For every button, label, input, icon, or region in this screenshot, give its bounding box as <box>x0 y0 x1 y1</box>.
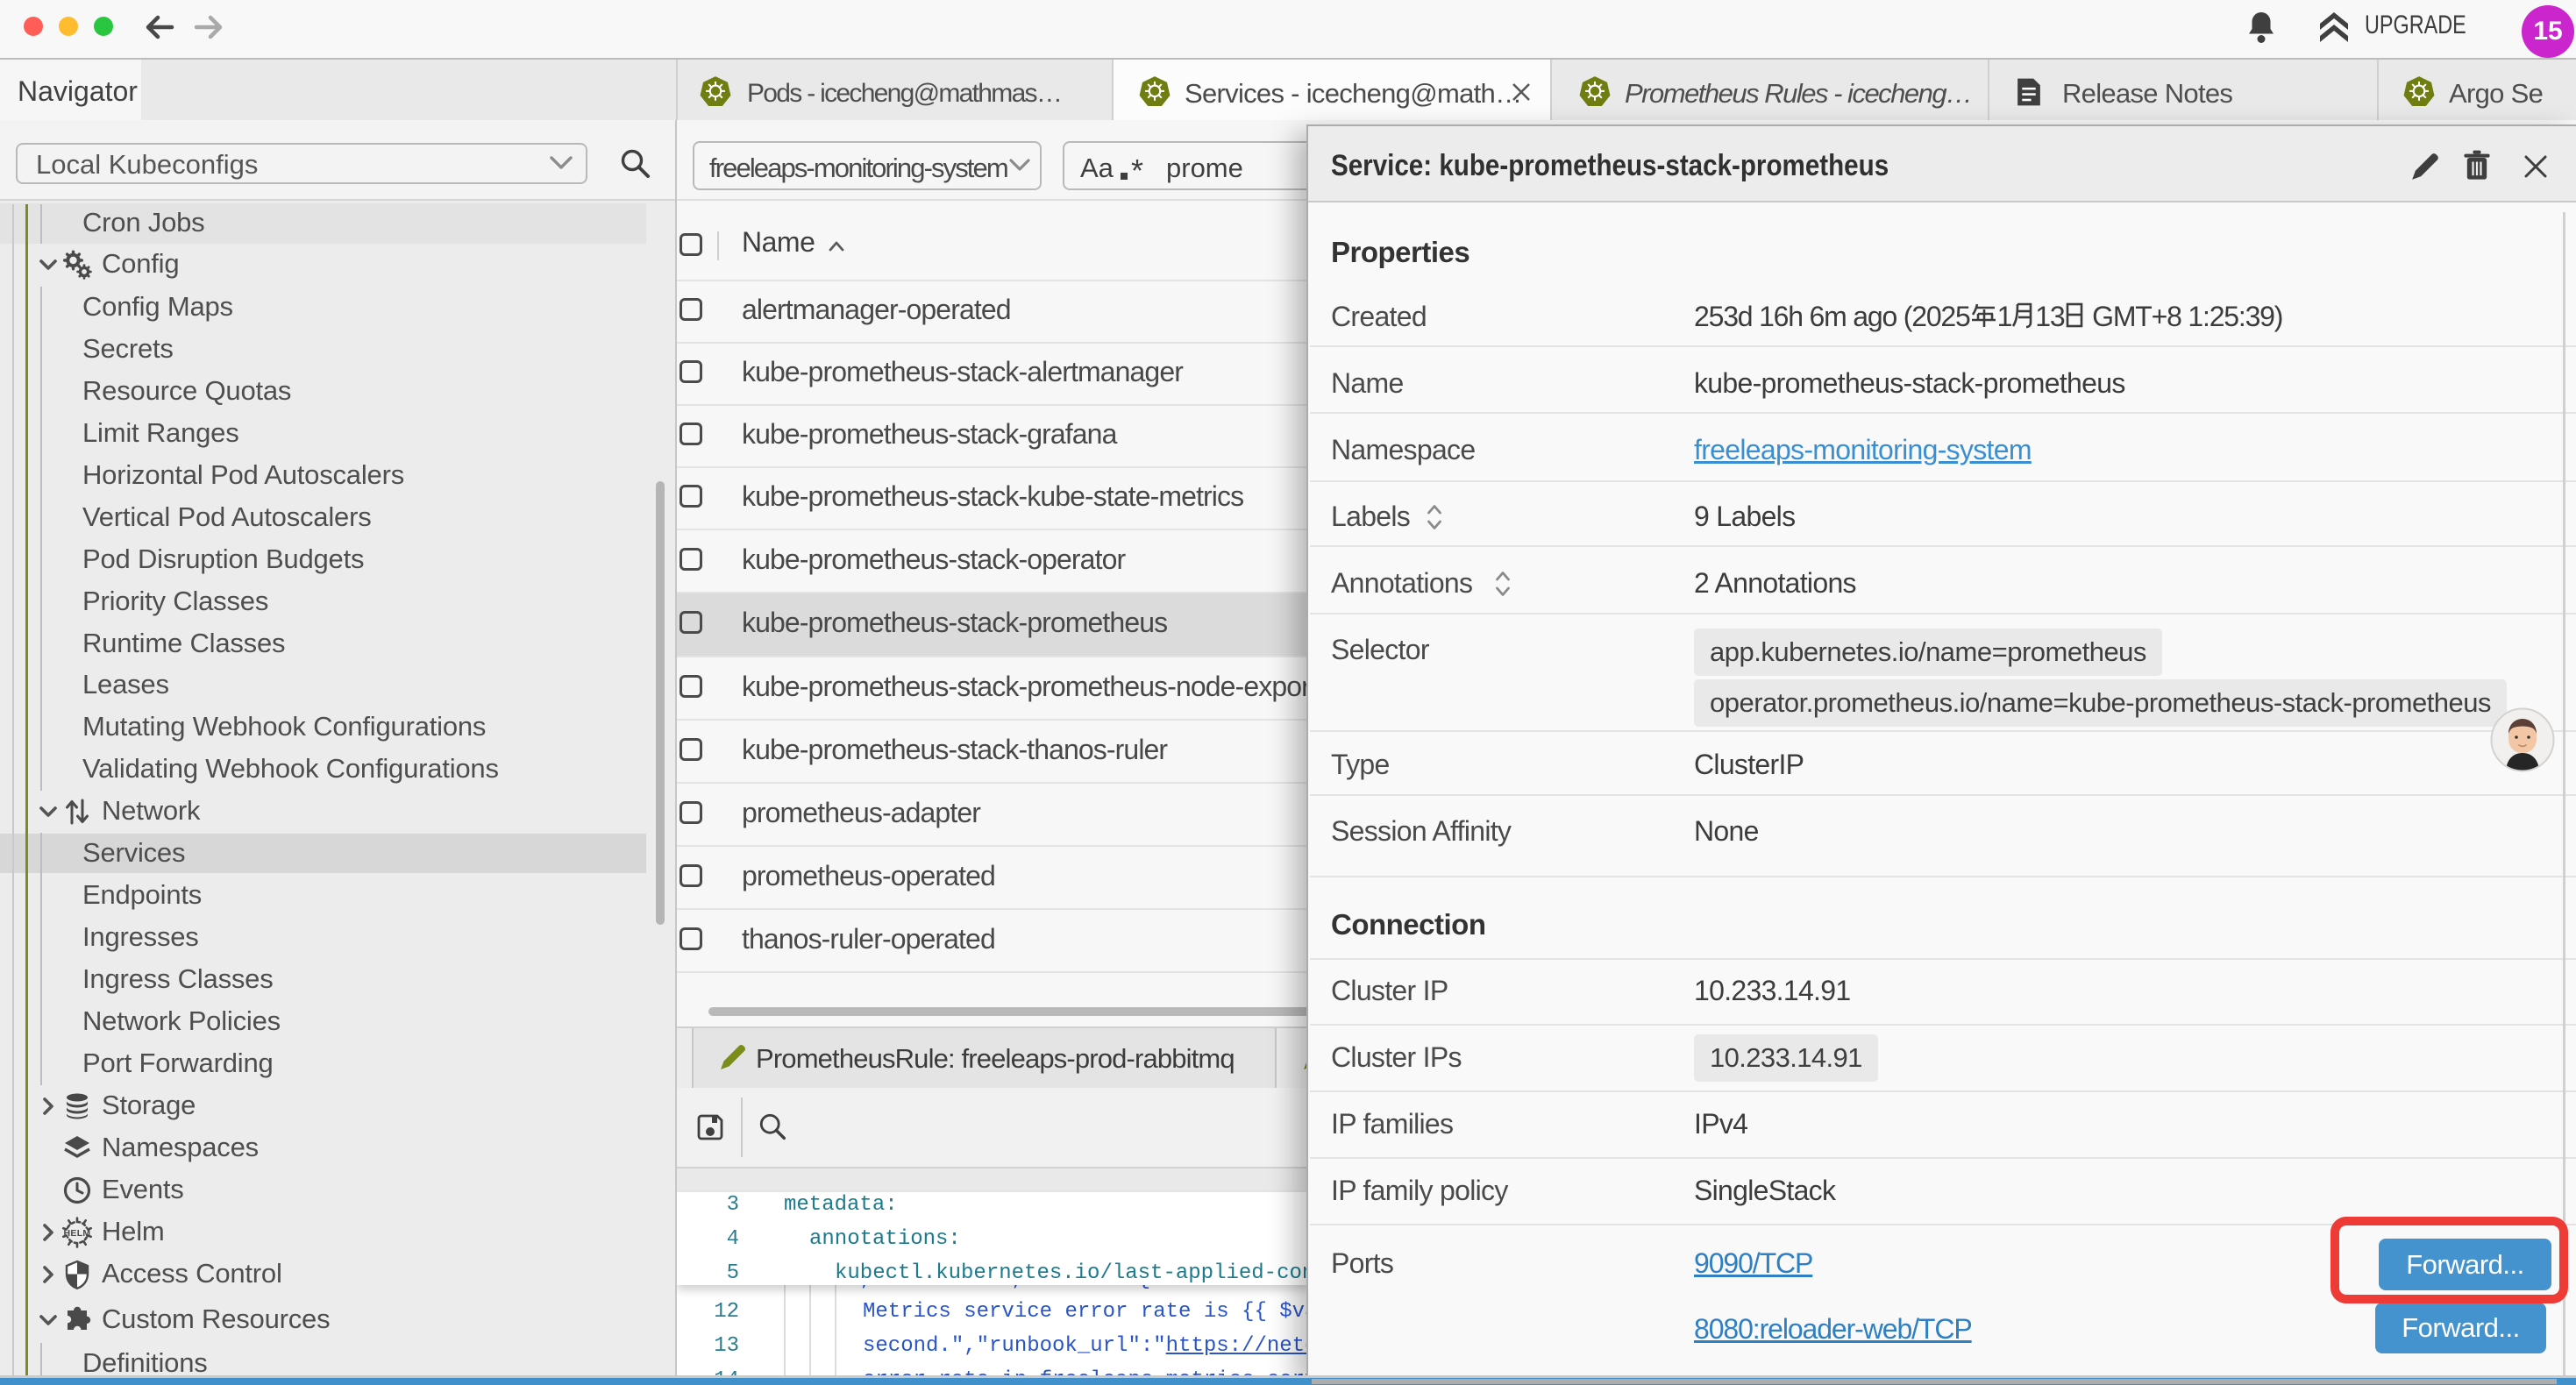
svg-text:*: * <box>1131 157 1143 183</box>
svg-text:HELM: HELM <box>64 1228 91 1239</box>
